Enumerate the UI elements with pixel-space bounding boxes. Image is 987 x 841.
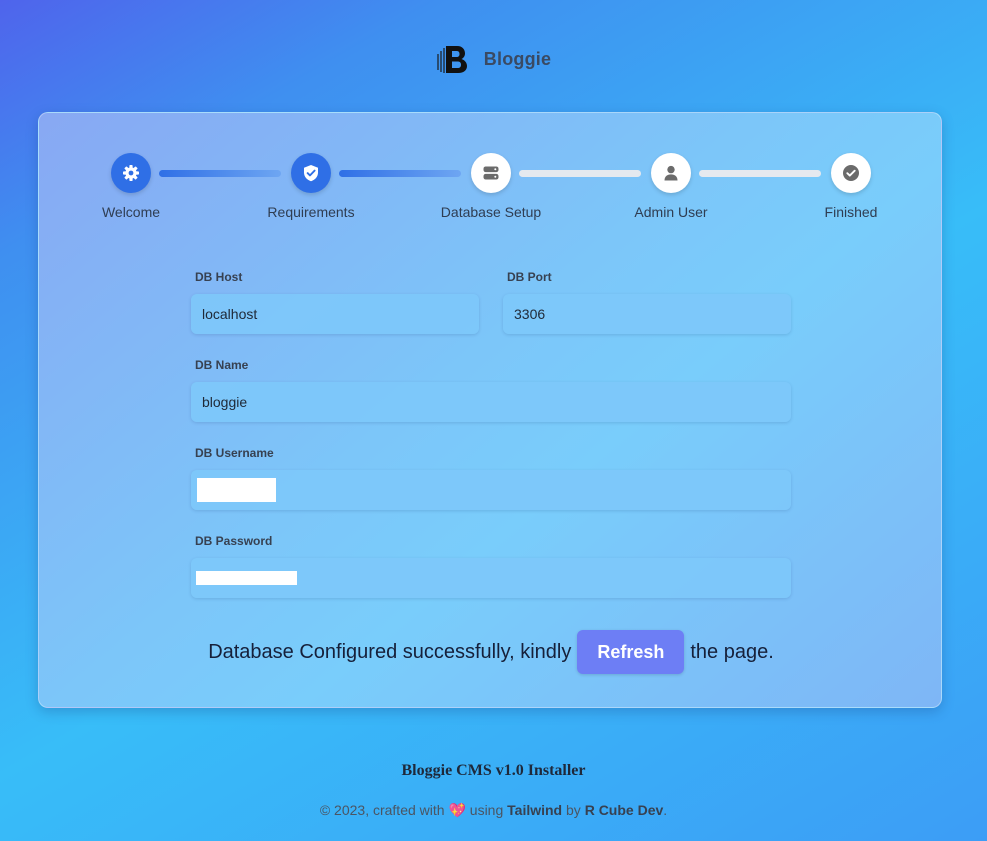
db-port-label: DB Port: [507, 270, 552, 284]
bloggie-logo-icon: [437, 46, 467, 73]
step-label: Admin User: [634, 204, 708, 220]
redacted-password: [196, 571, 297, 585]
refresh-button[interactable]: Refresh: [577, 630, 685, 674]
user-icon: [664, 165, 678, 181]
success-text-before: Database Configured successfully, kindly: [208, 640, 572, 663]
check-circle-icon: [843, 165, 859, 181]
step-finished: Finished: [776, 153, 926, 220]
db-password-input[interactable]: [191, 558, 791, 598]
step-database-setup-circle: [471, 153, 511, 193]
installer-title: Bloggie CMS v1.0 Installer: [401, 762, 586, 779]
redacted-username: [197, 478, 276, 502]
installer-card: Welcome Requirements Database Setup Admi…: [38, 112, 942, 708]
footer-by: by: [566, 802, 581, 818]
footer-using: using: [469, 802, 504, 818]
step-requirements: Requirements: [236, 153, 386, 220]
gear-icon: [123, 165, 139, 181]
db-host-label: DB Host: [195, 270, 243, 284]
db-name-value: bloggie: [202, 394, 248, 410]
author-link[interactable]: R Cube Dev: [585, 802, 664, 818]
db-name-label: DB Name: [195, 358, 249, 372]
step-admin-user-circle: [651, 153, 691, 193]
brand-name: Bloggie: [483, 48, 552, 69]
step-finished-circle: [831, 153, 871, 193]
step-welcome: Welcome: [56, 153, 206, 220]
success-text-after: the page.: [690, 640, 774, 663]
step-welcome-circle: [111, 153, 151, 193]
db-name-input[interactable]: bloggie: [191, 382, 791, 422]
shield-check-icon: [304, 165, 318, 182]
step-database-setup: Database Setup: [416, 153, 566, 220]
db-username-label: DB Username: [195, 446, 274, 460]
step-requirements-circle: [291, 153, 331, 193]
db-username-input[interactable]: [191, 470, 791, 510]
step-admin-user: Admin User: [596, 153, 746, 220]
heart-icon: 💖: [448, 802, 466, 818]
footer-prefix: © 2023, crafted with: [319, 802, 445, 818]
server-icon: [483, 166, 499, 180]
step-label: Requirements: [267, 204, 355, 220]
step-label: Finished: [824, 204, 878, 220]
db-host-input[interactable]: localhost: [191, 294, 479, 334]
step-label: Welcome: [101, 204, 161, 220]
brand-header: Bloggie: [0, 42, 987, 76]
db-port-input[interactable]: 3306: [503, 294, 791, 334]
db-password-label: DB Password: [195, 534, 273, 548]
progress-stepper: Welcome Requirements Database Setup Admi…: [39, 153, 943, 233]
db-host-value: localhost: [202, 306, 258, 322]
footer-credit: © 2023, crafted with 💖 using Tailwind by…: [0, 802, 987, 819]
tailwind-link[interactable]: Tailwind: [507, 802, 562, 818]
db-port-value: 3306: [514, 306, 546, 322]
step-label: Database Setup: [440, 204, 542, 220]
success-message: Database Configured successfully, kindly…: [39, 630, 943, 674]
footer-end: .: [663, 802, 668, 818]
